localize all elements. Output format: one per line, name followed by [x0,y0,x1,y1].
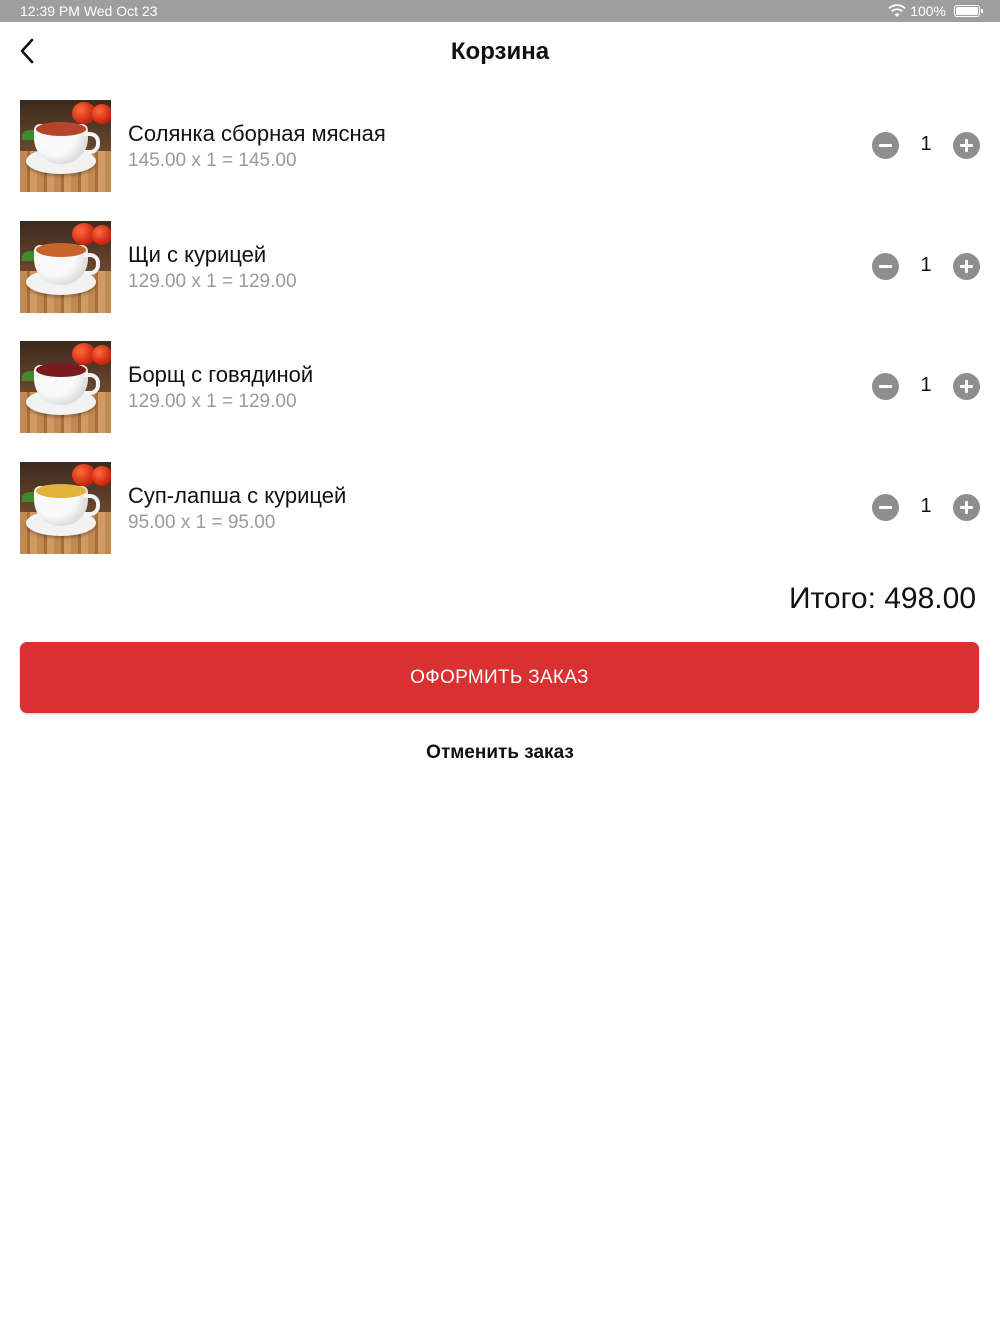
item-info: Щи с курицей 129.00 x 1 = 129.00 [128,241,297,295]
item-info: Борщ с говядиной 129.00 x 1 = 129.00 [128,361,313,415]
item-price-line: 129.00 x 1 = 129.00 [128,270,297,292]
decrease-quantity-button[interactable] [872,132,899,159]
page-title: Корзина [450,38,550,65]
quantity-stepper: 1 [872,132,980,160]
increase-quantity-button[interactable] [953,252,980,280]
decrease-quantity-button[interactable] [872,252,899,280]
item-name: Солянка сборная мясная [128,121,386,146]
dish-image [20,341,111,433]
checkout-button-label: ОФОРМИТЬ ЗАКАЗ [410,666,589,688]
minus-icon [879,385,892,388]
item-info: Суп-лапша с курицей 95.00 x 1 = 95.00 [128,482,346,536]
cart-list: Солянка сборная мясная 145.00 x 1 = 145.… [20,100,980,582]
minus-icon [879,144,892,147]
cart-item: Щи с курицей 129.00 x 1 = 129.00 1 [20,220,980,313]
minus-icon [879,505,892,509]
quantity-value: 1 [920,494,932,517]
quantity-stepper: 1 [872,373,980,401]
increase-quantity-button[interactable] [953,132,980,159]
wifi-icon [888,4,906,17]
order-total: Итого: 498.00 [788,582,976,615]
cart-item: Солянка сборная мясная 145.00 x 1 = 145.… [20,100,980,192]
quantity-value: 1 [920,374,932,396]
quantity-value: 1 [920,253,932,276]
item-name: Борщ с говядиной [128,362,314,387]
item-price-line: 129.00 x 1 = 129.00 [128,391,297,412]
cart-item: Суп-лапша с курицей 95.00 x 1 = 95.00 1 [20,461,980,554]
item-name: Суп-лапша с курицей [128,482,347,508]
status-time-date: 12:39 PM Wed Oct 23 [20,3,158,19]
cart-item: Борщ с говядиной 129.00 x 1 = 129.00 1 [20,341,980,433]
quantity-value: 1 [920,133,932,155]
increase-quantity-button[interactable] [953,373,980,400]
checkout-button[interactable]: ОФОРМИТЬ ЗАКАЗ [20,642,979,713]
status-indicators: 100% [888,3,983,19]
item-name: Щи с курицей [128,241,267,267]
cancel-order-button[interactable]: Отменить заказ [0,742,1000,764]
header: Корзина [0,22,1000,82]
decrease-quantity-button[interactable] [872,493,899,521]
minus-icon [879,264,892,268]
increase-quantity-button[interactable] [953,493,980,521]
status-bar: 12:39 PM Wed Oct 23 100% [0,0,1000,22]
battery-icon [954,5,983,17]
decrease-quantity-button[interactable] [872,373,899,400]
quantity-stepper: 1 [872,252,980,281]
item-price-line: 145.00 x 1 = 145.00 [128,150,297,171]
dish-image [20,100,111,192]
quantity-stepper: 1 [872,493,980,522]
item-info: Солянка сборная мясная 145.00 x 1 = 145.… [128,120,386,174]
item-price-line: 95.00 x 1 = 95.00 [128,511,276,533]
dish-image [20,461,111,554]
battery-percent: 100% [910,3,946,19]
dish-image [20,220,111,313]
